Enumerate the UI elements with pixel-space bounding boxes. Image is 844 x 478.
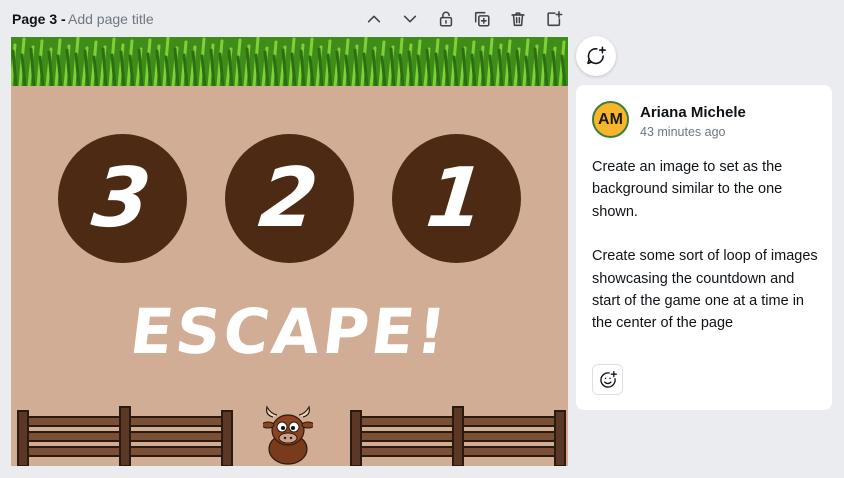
duplicate-icon[interactable] <box>471 8 493 30</box>
chevron-down-icon[interactable] <box>399 8 421 30</box>
page-title-input[interactable]: Add page title <box>68 11 154 27</box>
lock-icon[interactable] <box>435 8 457 30</box>
countdown-circle-2: 2 <box>225 134 354 263</box>
design-canvas[interactable]: 3 2 1 ESCAPE! <box>11 37 568 466</box>
comment-card: AM Ariana Michele 43 minutes ago Create … <box>576 85 832 410</box>
escape-headline: ESCAPE! <box>126 295 453 368</box>
add-reaction-button[interactable] <box>592 364 623 395</box>
add-reaction-icon <box>599 370 617 388</box>
grass-border-image <box>11 37 568 86</box>
page-header: Page 3 - Add page title <box>0 0 575 37</box>
countdown-number: 1 <box>421 151 492 246</box>
avatar: AM <box>592 101 629 138</box>
countdown-circle-1: 1 <box>392 134 521 263</box>
bull-character-image <box>263 405 313 465</box>
right-fence-image <box>350 406 566 466</box>
add-comment-icon <box>587 46 606 65</box>
chevron-up-icon[interactable] <box>363 8 385 30</box>
countdown-number: 2 <box>254 151 325 246</box>
comment-timestamp: 43 minutes ago <box>640 125 726 139</box>
add-page-icon[interactable] <box>543 8 565 30</box>
add-comment-button[interactable] <box>576 36 616 76</box>
comment-author-name: Ariana Michele <box>640 104 746 121</box>
page-label: Page 3 - <box>12 11 66 27</box>
comment-paragraph: Create some sort of loop of images showc… <box>592 248 818 332</box>
left-fence-image <box>17 406 233 466</box>
trash-icon[interactable] <box>507 8 529 30</box>
comment-body: Create an image to set as the background… <box>592 156 820 335</box>
countdown-circle-3: 3 <box>58 134 187 263</box>
countdown-number: 3 <box>87 151 158 246</box>
comment-paragraph: Create an image to set as the background… <box>592 159 783 220</box>
